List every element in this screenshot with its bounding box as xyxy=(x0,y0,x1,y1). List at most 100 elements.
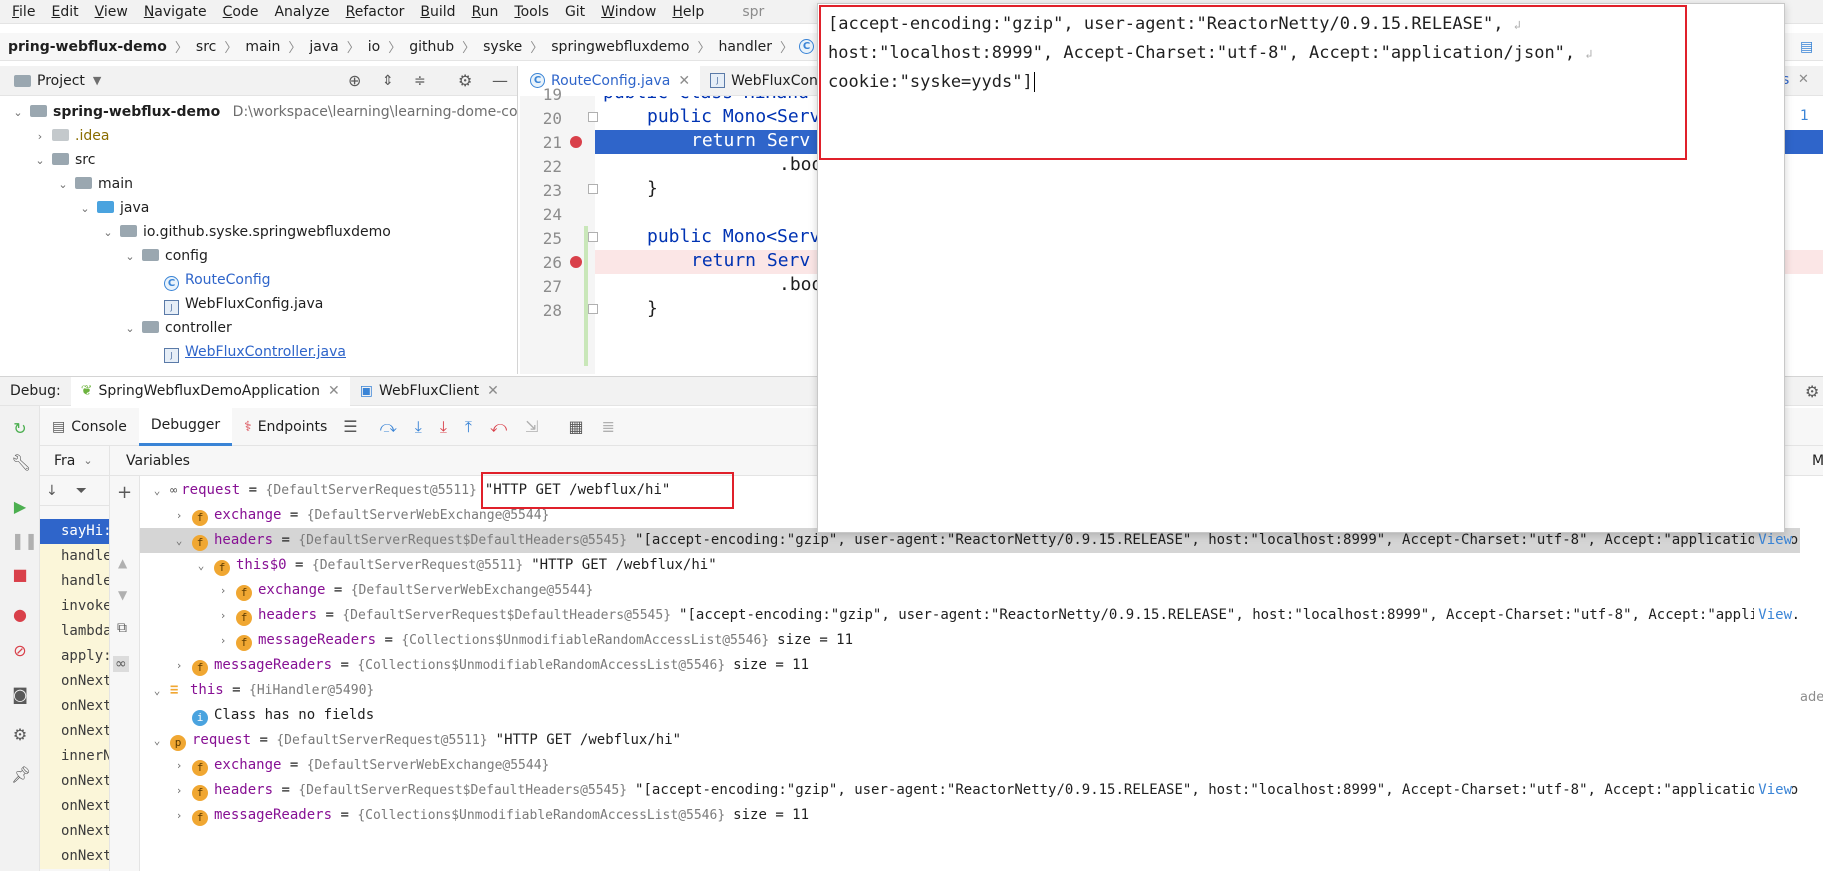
copy-icon[interactable]: ⧉ xyxy=(117,620,127,636)
chevron-down-icon[interactable]: ⌄ xyxy=(10,101,26,125)
breadcrumb-item[interactable]: springwebfluxdemo xyxy=(543,39,697,55)
tree-item-webflux-controller[interactable]: J WebFluxController.java xyxy=(160,340,346,364)
chevron-down-icon[interactable]: ⌄ xyxy=(172,528,186,553)
chevron-down-icon[interactable]: ⌄ xyxy=(32,149,48,173)
chevron-right-icon[interactable]: › xyxy=(172,753,186,778)
frames-header-label[interactable]: Fra xyxy=(54,453,75,469)
trace-icon[interactable]: ≣ xyxy=(602,417,615,436)
chevron-down-icon[interactable]: ⌄ xyxy=(77,197,93,221)
variable-row[interactable]: › f messageReaders = {Collections$Unmodifi… xyxy=(140,653,1800,678)
filter-icon[interactable]: ⏷ xyxy=(76,483,87,499)
view-link[interactable]: View xyxy=(1754,778,1792,803)
tab-console[interactable]: ▤ Console xyxy=(40,408,139,446)
variable-row[interactable]: › f exchange = {DefaultServerWebExchange@5… xyxy=(140,578,1800,603)
breakpoint-icon[interactable] xyxy=(568,134,584,150)
stop-icon[interactable]: ■ xyxy=(11,566,29,584)
close-icon[interactable]: ✕ xyxy=(678,73,690,89)
tab-spring-webflux-demo-application[interactable]: ❦ SpringWebfluxDemoApplication ✕ xyxy=(70,376,350,406)
tree-item-package[interactable]: ⌄ io.github.syske.springwebfluxdemo xyxy=(100,220,390,245)
tree-item-controller[interactable]: ⌄ controller xyxy=(122,316,231,341)
tree-item-route-config[interactable]: C RouteConfig xyxy=(160,268,271,292)
menu-item-analyze[interactable]: Analyze xyxy=(266,0,337,24)
mute-breakpoints-icon[interactable]: ⊘ xyxy=(11,642,29,660)
tree-item-main[interactable]: ⌄ main xyxy=(55,172,133,196)
breadcrumb-item[interactable]: java xyxy=(301,39,346,55)
breadcrumb-item[interactable]: github xyxy=(401,39,462,55)
frame-item[interactable]: handle xyxy=(40,544,109,569)
view-link[interactable]: View xyxy=(1754,603,1792,628)
tree-item-root[interactable]: ⌄ spring-webflux-demo D:\workspace\learni… xyxy=(10,100,517,125)
project-header-label[interactable]: Project xyxy=(37,73,85,89)
menu-item-build[interactable]: Build xyxy=(412,0,463,24)
tab-webflux-config[interactable]: J WebFluxCon xyxy=(700,73,828,89)
minimize-icon[interactable]: — xyxy=(492,71,508,90)
menu-item-refactor[interactable]: Refactor xyxy=(338,0,413,24)
chevron-right-icon[interactable]: › xyxy=(216,603,230,628)
chevron-down-icon[interactable]: ⌄ xyxy=(55,173,71,197)
rerun-icon[interactable]: ↻ xyxy=(11,420,29,438)
tree-item-java[interactable]: ⌄ java xyxy=(77,196,149,220)
variable-row[interactable]: › f messageReaders = {Collections$Unmodifi… xyxy=(140,803,1800,828)
variable-row[interactable]: › f messageReaders = {Collections$Unmodifi… xyxy=(140,628,1800,653)
chevron-down-icon[interactable]: ⌄ xyxy=(150,678,164,703)
breadcrumb-item[interactable]: handler xyxy=(711,39,780,55)
chevron-down-icon[interactable]: ⌄ xyxy=(122,317,138,341)
frame-item[interactable]: onNext xyxy=(40,769,109,794)
chevron-right-icon[interactable]: › xyxy=(32,125,48,149)
drop-frame-icon[interactable]: ⤺ xyxy=(490,417,507,437)
menu-item-edit[interactable]: Edit xyxy=(43,0,86,24)
locate-icon[interactable]: ⊕ xyxy=(348,71,361,90)
expand-all-icon[interactable]: ⇕ xyxy=(382,73,394,89)
resume-icon[interactable]: ▶ xyxy=(11,498,29,516)
menu-item-window[interactable]: Window xyxy=(593,0,664,24)
chevron-right-icon[interactable]: › xyxy=(172,778,186,803)
menu-item-help[interactable]: Help xyxy=(664,0,712,24)
force-step-into-icon[interactable]: ⤓ xyxy=(440,417,447,437)
frame-item[interactable]: onNext xyxy=(40,694,109,719)
chevron-down-icon[interactable]: ⌄ xyxy=(100,221,116,245)
menu-item-run[interactable]: Run xyxy=(464,0,507,24)
tree-item-src[interactable]: ⌄ src xyxy=(32,148,95,172)
arrow-down-icon[interactable]: ↓ xyxy=(46,483,58,499)
wrench-icon[interactable]: 🔧︎ xyxy=(11,454,31,472)
breadcrumb-item[interactable]: pring-webflux-demo xyxy=(0,39,175,55)
menu-item-file[interactable]: File xyxy=(4,0,43,24)
menu-item-git[interactable]: Git xyxy=(557,0,593,24)
chevron-down-icon[interactable]: ⌄ xyxy=(122,245,138,269)
tab-webflux-client[interactable]: ▣ WebFluxClient ✕ xyxy=(350,383,509,399)
frame-item[interactable]: handle xyxy=(40,569,109,594)
breadcrumb-item[interactable]: main xyxy=(237,39,288,55)
chevron-right-icon[interactable]: › xyxy=(216,628,230,653)
variable-row[interactable]: › f headers = {DefaultServerRequest$Defaul… xyxy=(140,778,1800,803)
frame-item[interactable]: onNext xyxy=(40,794,109,819)
frame-item[interactable]: apply: xyxy=(40,644,109,669)
settings-icon[interactable]: ⚙ xyxy=(11,726,29,744)
arrow-up-icon[interactable]: ▲ xyxy=(118,556,127,570)
tab-endpoints[interactable]: ⚕ Endpoints xyxy=(232,408,339,446)
chevron-right-icon[interactable]: › xyxy=(172,803,186,828)
glasses-icon[interactable]: ∞ xyxy=(113,656,129,672)
collapse-all-icon[interactable]: ≑ xyxy=(414,73,426,89)
chevron-down-icon[interactable]: ⌄ xyxy=(83,454,92,467)
breadcrumb-item[interactable]: syske xyxy=(475,39,530,55)
menu-item-view[interactable]: View xyxy=(87,0,136,24)
pin-icon[interactable]: 📌︎ xyxy=(11,766,31,784)
variable-row[interactable]: › f headers = {DefaultServerRequest$Defaul… xyxy=(140,603,1800,628)
run-to-cursor-icon[interactable]: ⇲ xyxy=(525,417,538,436)
evaluate-icon[interactable]: ▦ xyxy=(569,417,584,436)
tree-item-config[interactable]: ⌄ config xyxy=(122,244,207,269)
frame-item[interactable]: sayHi: xyxy=(40,519,109,544)
tab-debugger[interactable]: Debugger xyxy=(138,407,233,446)
view-breakpoints-icon[interactable]: ● xyxy=(11,606,29,624)
breadcrumb-item[interactable]: src xyxy=(188,39,224,55)
frame-item[interactable]: onNext xyxy=(40,669,109,694)
close-icon[interactable]: ✕ xyxy=(1798,72,1809,87)
chevron-down-icon[interactable]: ▼ xyxy=(93,74,101,87)
breakpoint-icon[interactable] xyxy=(568,254,584,270)
menu-item-code[interactable]: Code xyxy=(215,0,267,24)
breadcrumb-item[interactable]: io xyxy=(360,39,388,55)
arrow-down-icon[interactable]: ▼ xyxy=(118,588,127,602)
tree-item-idea[interactable]: › .idea xyxy=(32,124,110,149)
step-over-icon[interactable]: ⤼ xyxy=(380,417,397,437)
chevron-down-icon[interactable]: ⌄ xyxy=(150,728,164,753)
